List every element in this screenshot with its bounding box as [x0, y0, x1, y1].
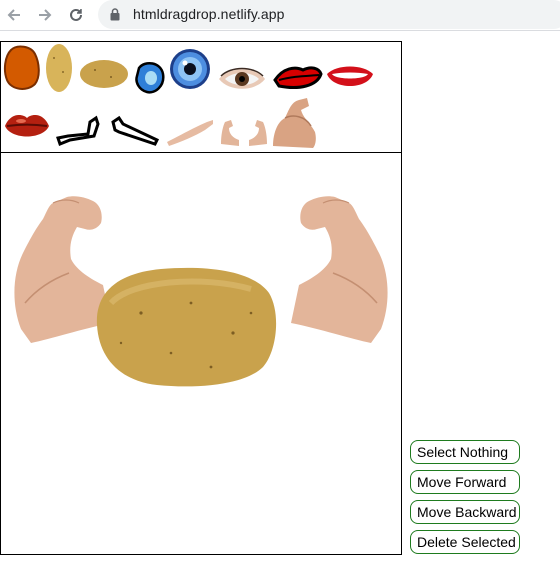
brown-eye-part[interactable] — [217, 66, 267, 92]
flat-potato-part[interactable] — [79, 58, 129, 90]
bent-arm-outline-part[interactable] — [54, 112, 102, 146]
select-nothing-button[interactable]: Select Nothing — [410, 440, 520, 464]
red-lips-part[interactable] — [3, 110, 51, 142]
move-forward-button[interactable]: Move Forward — [410, 470, 520, 494]
browser-toolbar: htmldragdrop.netlify.app — [0, 0, 560, 31]
composition-svg — [14, 196, 388, 387]
forward-arrow-icon[interactable] — [33, 3, 57, 27]
blue-eye-part[interactable] — [169, 48, 211, 90]
address-bar[interactable]: htmldragdrop.netlify.app — [98, 0, 560, 29]
lock-icon — [110, 8, 120, 21]
blue-ear-part[interactable] — [133, 60, 165, 94]
smiling-mouth-part[interactable] — [325, 62, 375, 94]
arm-outline-part[interactable] — [109, 112, 161, 146]
move-backward-button[interactable]: Move Backward — [410, 500, 520, 524]
flex-arms-pair-part[interactable] — [219, 116, 269, 148]
orange-potato-part[interactable] — [3, 44, 41, 92]
parts-palette — [0, 41, 402, 154]
delete-selected-button[interactable]: Delete Selected — [410, 530, 520, 554]
red-lips-outline-part[interactable] — [273, 64, 323, 92]
back-arrow-icon[interactable] — [2, 3, 26, 27]
potato-part[interactable] — [44, 42, 74, 94]
left-flexed-arm[interactable] — [14, 196, 112, 343]
pointing-arm-part[interactable] — [165, 112, 215, 146]
reload-icon[interactable] — [64, 3, 88, 27]
potato-body[interactable] — [96, 267, 277, 387]
url-text: htmldragdrop.netlify.app — [133, 6, 285, 22]
drop-canvas[interactable] — [0, 153, 402, 555]
right-flexed-arm[interactable] — [291, 196, 388, 343]
flexed-bicep-part[interactable] — [271, 96, 317, 148]
